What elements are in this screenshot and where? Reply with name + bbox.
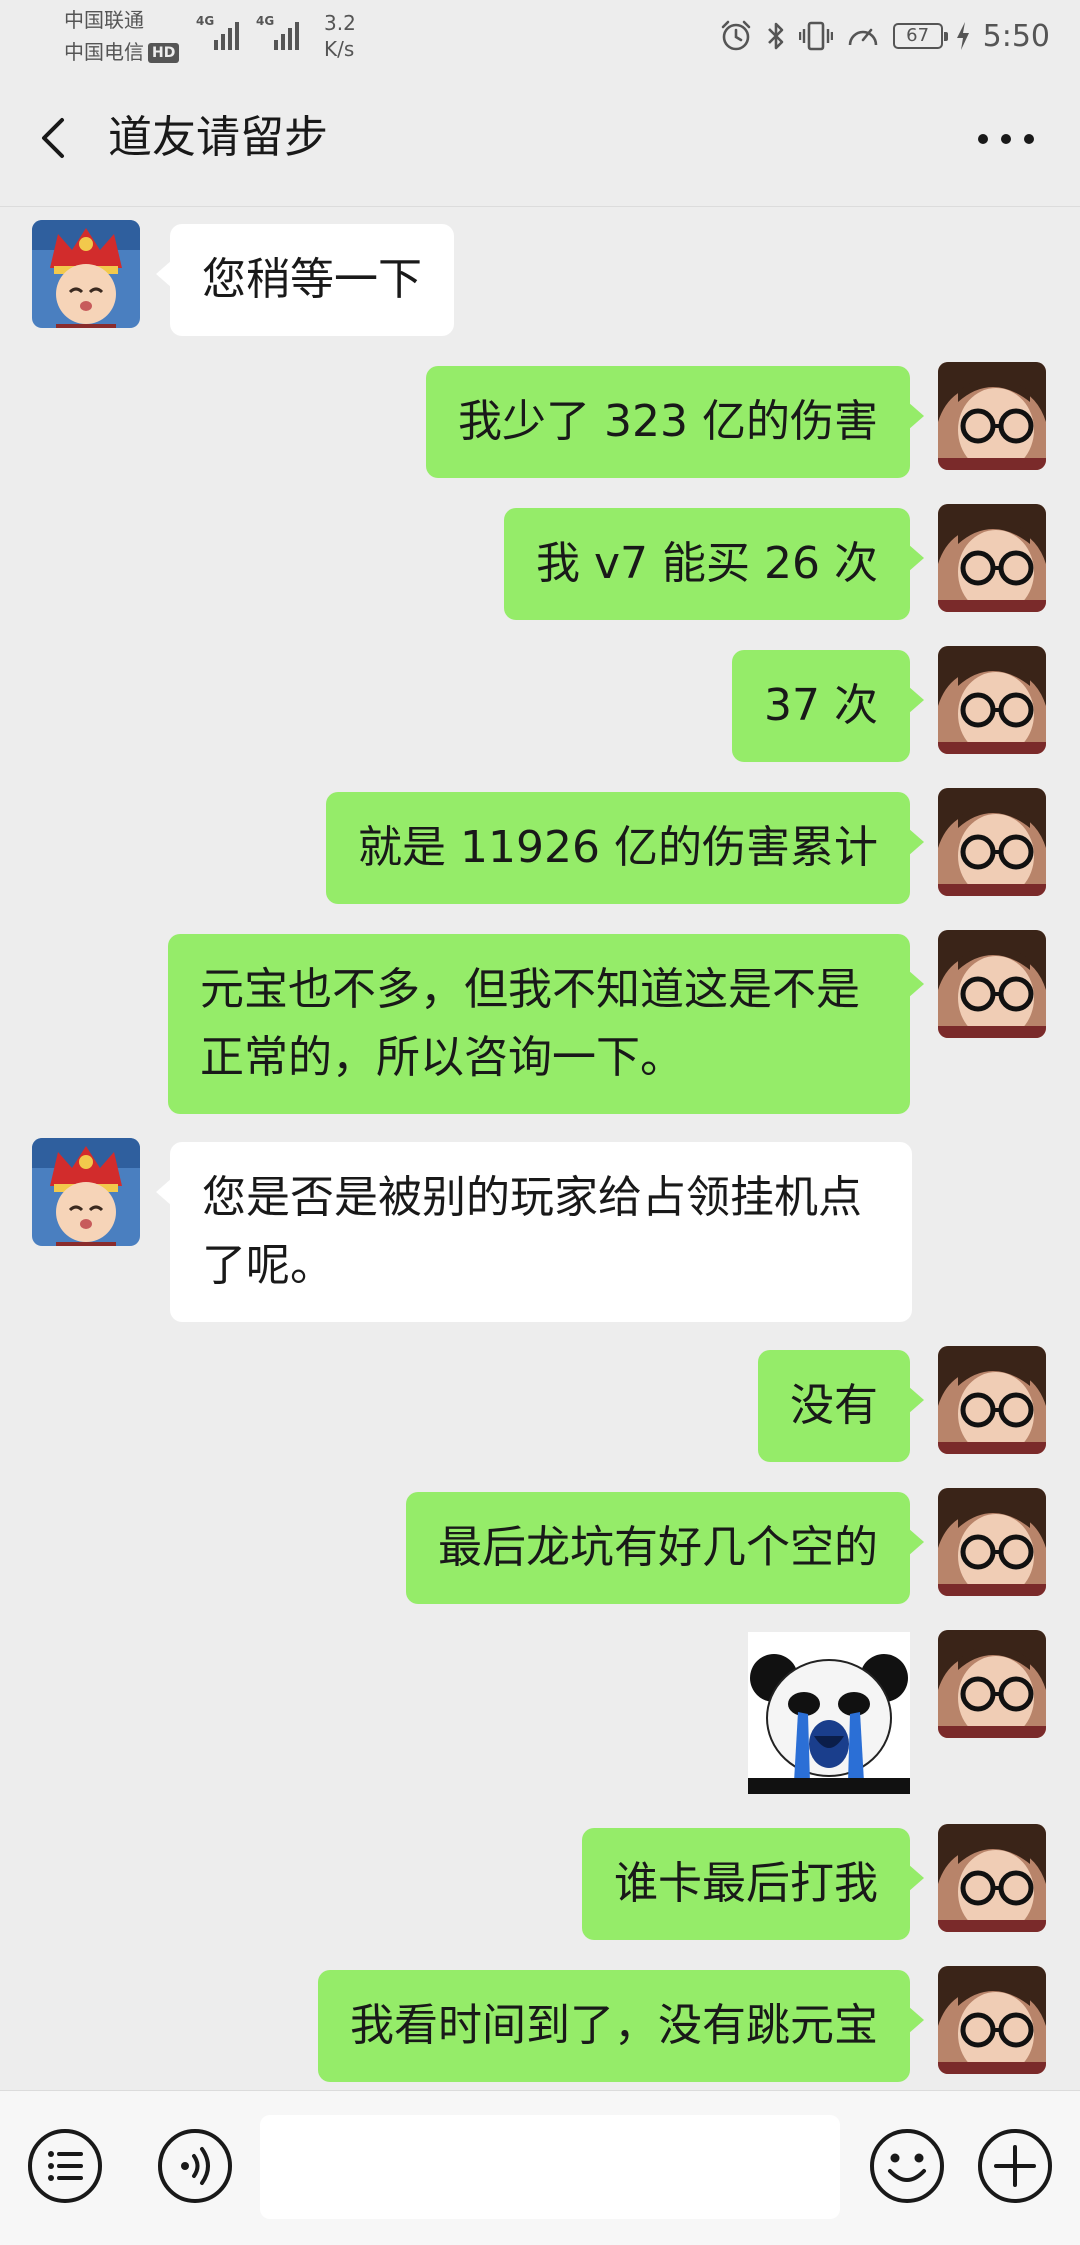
status-icons: 67 5:50 [719,12,1050,60]
network-speed: 3.2 K/s [324,10,356,62]
back-button[interactable] [30,108,86,168]
vibrate-icon [798,21,833,51]
emoji-button[interactable] [868,2127,946,2205]
service-avatar-image [32,220,140,328]
message-bubble[interactable]: 我看时间到了，没有跳元宝 [318,1970,924,2082]
message-list[interactable]: 您稍等一下 我少了 323 亿的伤害 我 v7 能买 26 次 37 次 就是 … [0,206,1080,2090]
signal-2-type: 4G [256,14,275,28]
speed-icon [848,28,877,46]
user-avatar-image [938,1630,1046,1738]
user-avatar-image [938,1488,1046,1596]
signal-icon-2: 4G [256,14,310,50]
more-options-button[interactable] [956,104,1056,174]
status-bar: 中国联通 中国电信 HD 4G 4G 3.2 K/s 67 5:50 [0,0,1080,70]
user-avatar[interactable] [938,1824,1046,1932]
message-bubble[interactable]: 您稍等一下 [156,224,454,336]
input-bar [0,2090,1080,2245]
user-avatar[interactable] [938,1346,1046,1454]
bluetooth-icon [767,22,783,50]
user-avatar[interactable] [938,1966,1046,2074]
message-bubble[interactable]: 37 次 [732,650,924,762]
user-avatar-image [938,362,1046,470]
menu-button[interactable] [26,2127,104,2205]
message-outgoing: 谁卡最后打我 [0,1824,1080,1940]
message-bubble[interactable]: 没有 [758,1350,924,1462]
chat-header: 道友请留步 [0,70,1080,207]
emoji-icon [870,2129,944,2203]
message-incoming: 您稍等一下 [0,220,1080,336]
charging-icon [956,22,969,50]
voice-button[interactable] [156,2127,234,2205]
user-avatar[interactable] [938,646,1046,754]
service-avatar-image [32,1138,140,1246]
chat-title: 道友请留步 [108,112,328,163]
service-avatar[interactable] [32,1138,140,1246]
message-bubble[interactable]: 就是 11926 亿的伤害累计 [326,792,924,904]
user-avatar-image [938,788,1046,896]
message-bubble[interactable]: 元宝也不多，但我不知道这是不是正常的，所以咨询一下。 [168,934,924,1114]
message-outgoing: 我 v7 能买 26 次 [0,504,1080,620]
service-avatar[interactable] [32,220,140,328]
message-outgoing: 元宝也不多，但我不知道这是不是正常的，所以咨询一下。 [0,930,1080,1114]
more-dots-icon [978,134,1034,144]
menu-list-icon [28,2129,102,2203]
user-avatar[interactable] [938,362,1046,470]
user-avatar-image [938,646,1046,754]
message-outgoing [0,1630,1080,1794]
user-avatar-image [938,930,1046,1038]
message-outgoing: 没有 [0,1346,1080,1462]
signal-1-type: 4G [196,14,215,28]
message-input[interactable] [260,2115,840,2219]
user-avatar-image [938,1346,1046,1454]
message-outgoing: 我少了 323 亿的伤害 [0,362,1080,478]
status-clock: 5:50 [982,18,1050,54]
message-outgoing: 最后龙坑有好几个空的 [0,1488,1080,1604]
message-outgoing: 就是 11926 亿的伤害累计 [0,788,1080,904]
network-speed-unit: K/s [324,37,355,61]
chevron-left-icon [42,118,64,158]
message-outgoing: 37 次 [0,646,1080,762]
user-avatar[interactable] [938,930,1046,1038]
user-avatar-image [938,504,1046,612]
message-bubble[interactable]: 我 v7 能买 26 次 [504,508,924,620]
user-avatar-image [938,1824,1046,1932]
carrier-name-2-text: 中国电信 [64,40,144,64]
carrier-name-2: 中国电信 HD [64,40,180,64]
crying-panda-sticker[interactable] [748,1632,910,1794]
network-speed-value: 3.2 [324,11,356,35]
user-avatar[interactable] [938,504,1046,612]
user-avatar[interactable] [938,1488,1046,1596]
alarm-icon [721,20,750,51]
message-bubble[interactable]: 最后龙坑有好几个空的 [406,1492,924,1604]
message-outgoing: 我看时间到了，没有跳元宝 [0,1966,1080,2082]
message-bubble[interactable]: 我少了 323 亿的伤害 [426,366,924,478]
crying-panda-sticker-image [748,1632,910,1794]
more-actions-button[interactable] [976,2127,1054,2205]
hd-badge: HD [148,43,180,63]
voice-icon [158,2129,232,2203]
message-bubble[interactable]: 谁卡最后打我 [582,1828,924,1940]
user-avatar[interactable] [938,788,1046,896]
message-bubble[interactable]: 您是否是被别的玩家给占领挂机点了呢。 [156,1142,912,1322]
user-avatar[interactable] [938,1630,1046,1738]
user-avatar-image [938,1966,1046,2074]
carrier-name-1: 中国联通 [64,8,144,32]
battery-icon: 67 [892,23,948,49]
signal-icon-1: 4G [196,14,246,50]
plus-icon [978,2129,1052,2203]
message-incoming: 您是否是被别的玩家给占领挂机点了呢。 [0,1138,1080,1322]
